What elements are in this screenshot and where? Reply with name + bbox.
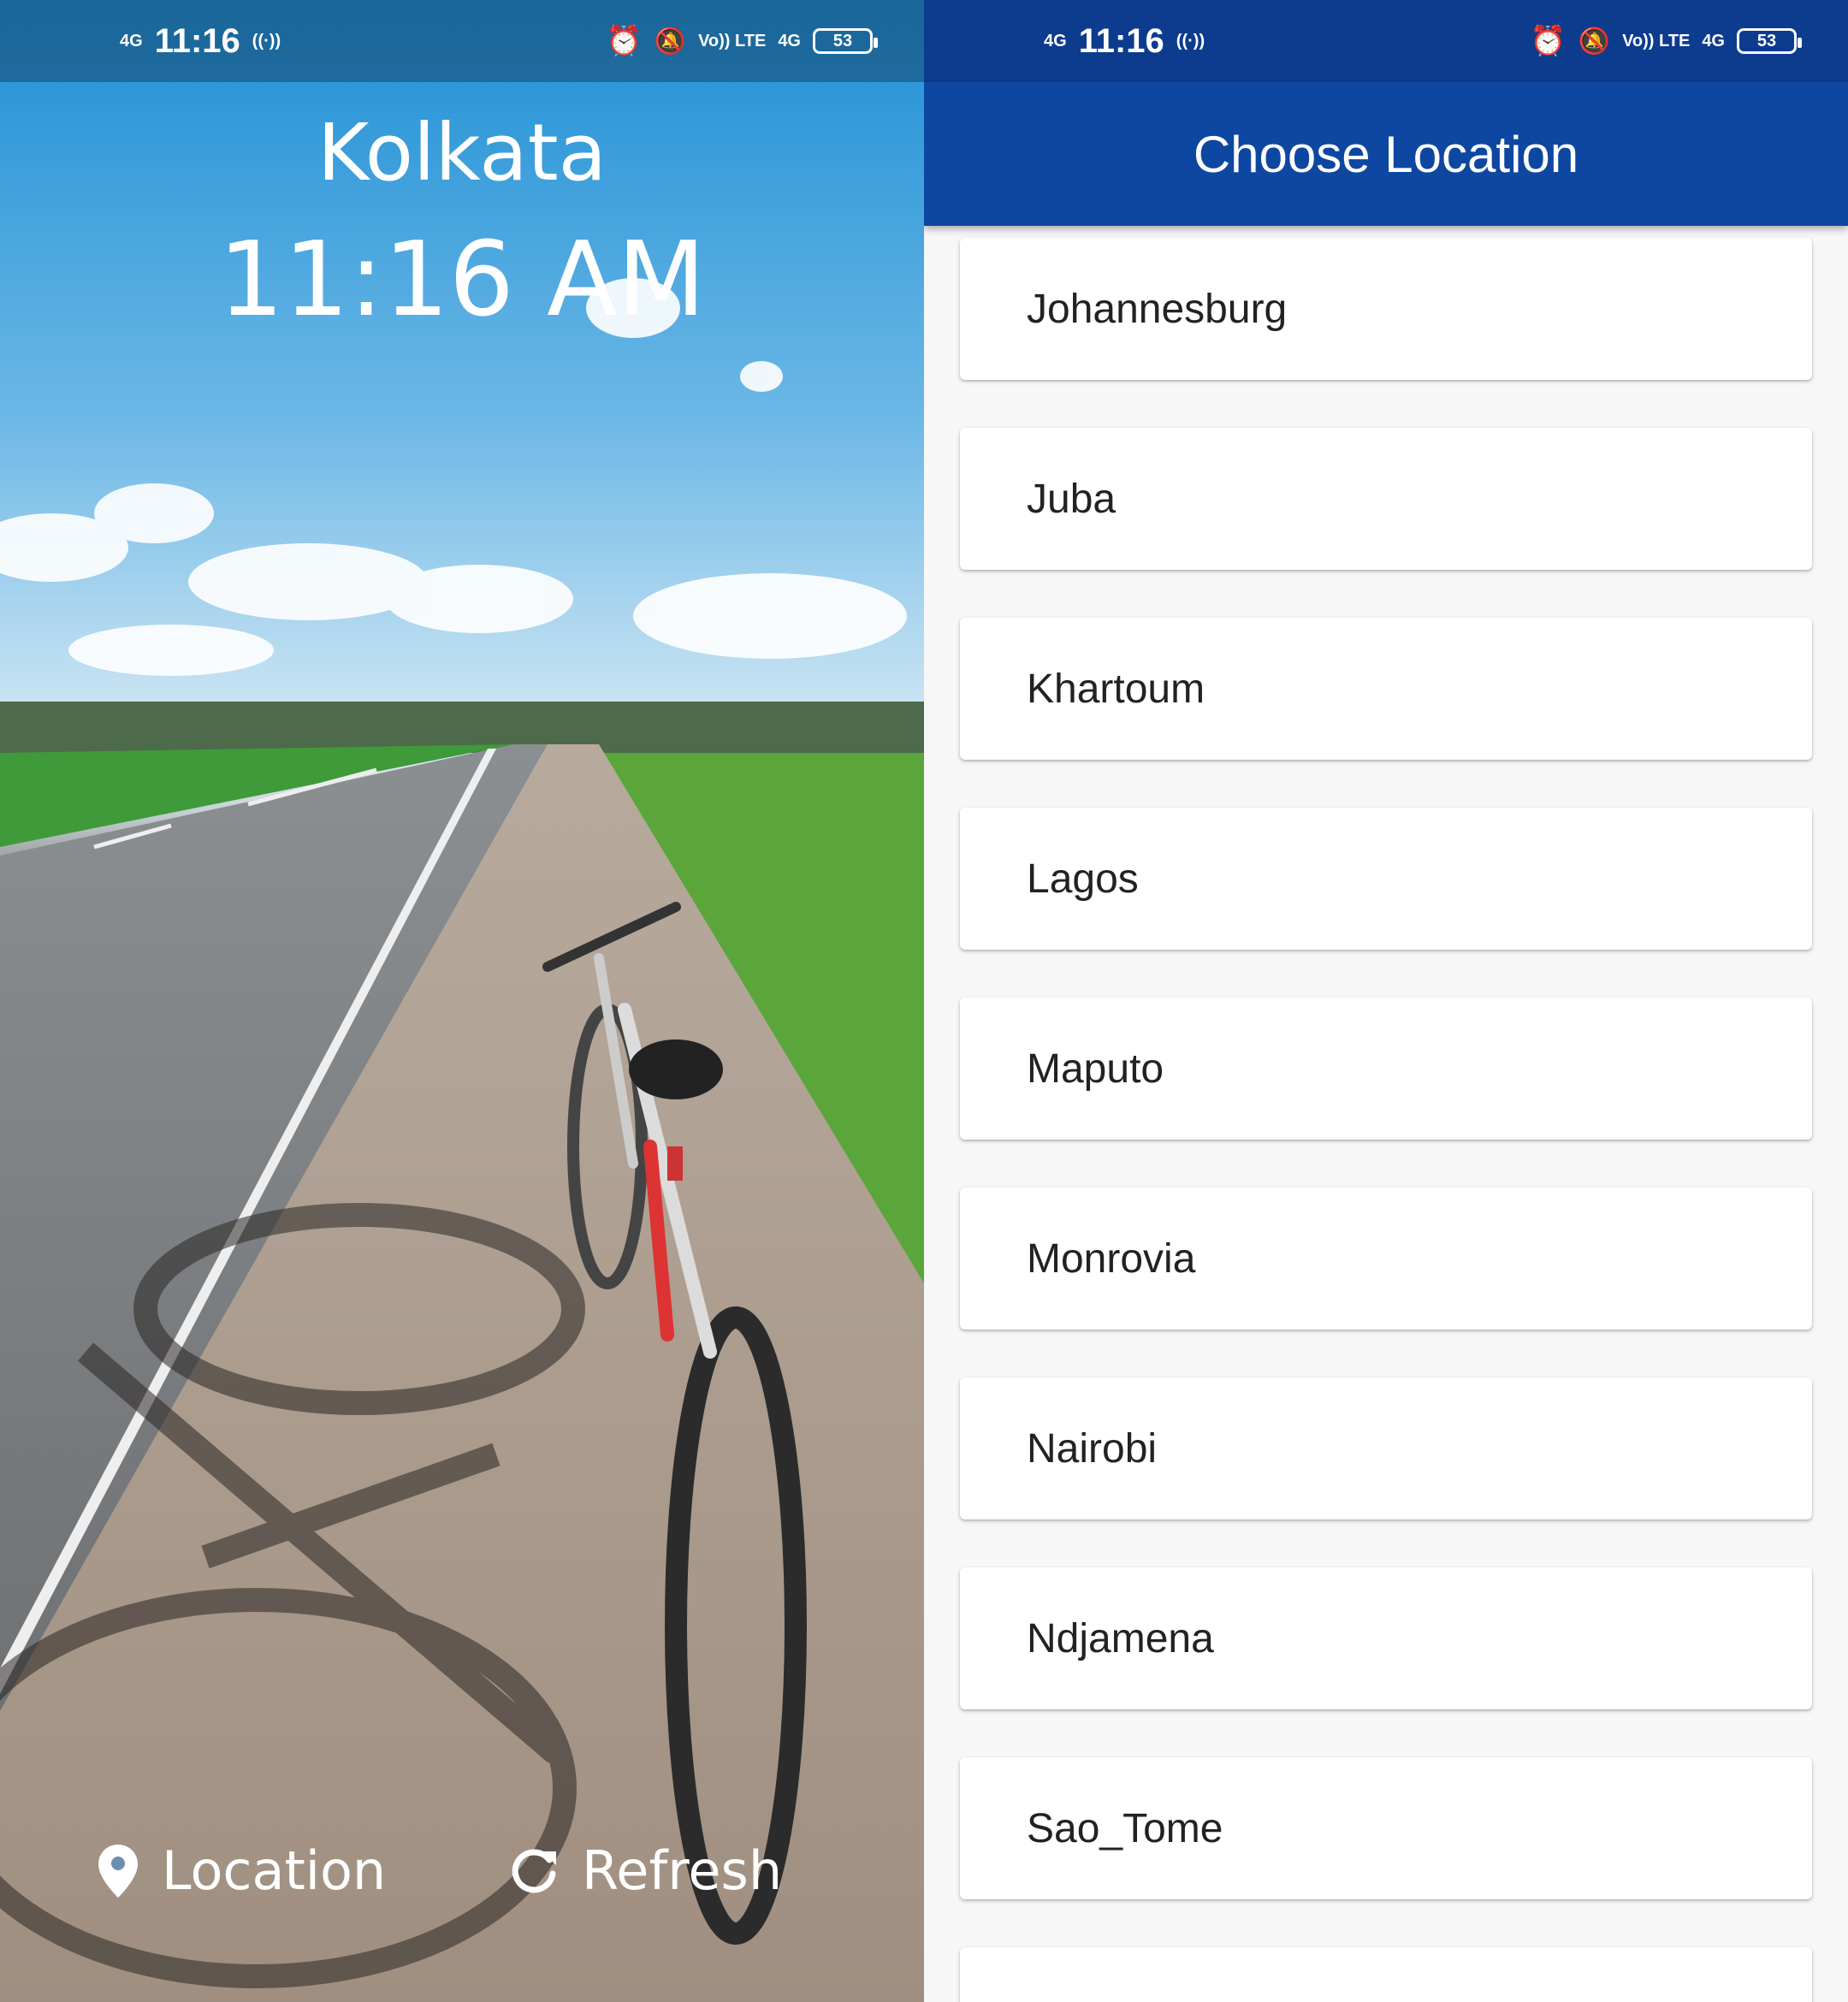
location-item-johannesburg[interactable]: Johannesburg <box>960 238 1812 380</box>
refresh-button[interactable]: Refresh <box>512 1839 782 1902</box>
location-item-label: Nairobi <box>1027 1425 1158 1472</box>
refresh-button-label: Refresh <box>582 1839 783 1902</box>
location-item-label: Ndjamena <box>1027 1615 1214 1661</box>
location-list: Johannesburg Juba Khartoum Lagos Maputo … <box>960 238 1812 2002</box>
volte-indicator: Vo)) LTE <box>1622 31 1691 50</box>
page-title: Choose Location <box>1193 125 1579 183</box>
app-bar: Choose Location <box>924 82 1848 226</box>
city-name: Kolkata <box>317 107 607 198</box>
location-item-sao-tome[interactable]: Sao_Tome <box>960 1757 1812 1899</box>
alarm-icon: ⏰ <box>606 25 643 57</box>
location-pin-icon <box>98 1844 138 1898</box>
status-time: 11:16 <box>154 21 240 60</box>
refresh-icon <box>512 1849 556 1892</box>
location-item-ndjamena[interactable]: Ndjamena <box>960 1567 1812 1709</box>
status-time: 11:16 <box>1078 21 1164 60</box>
hotspot-icon: ((·)) <box>1176 31 1205 50</box>
city-time: 11:16 AM <box>218 221 706 340</box>
location-item-lagos[interactable]: Lagos <box>960 808 1812 950</box>
battery-icon: 53 <box>1737 28 1802 54</box>
location-item-partial[interactable] <box>960 1947 1812 2002</box>
location-item-juba[interactable]: Juba <box>960 428 1812 570</box>
bottom-actions: Location Refresh <box>0 1839 924 1925</box>
location-item-label: Monrovia <box>1027 1235 1196 1282</box>
volte-indicator: Vo)) LTE <box>698 31 767 50</box>
location-item-khartoum[interactable]: Khartoum <box>960 618 1812 760</box>
status-bar-right: 4G 11:16 ((·)) ⏰ 🔕 Vo)) LTE 4G 53 <box>924 0 1848 82</box>
network-indicator-right: 4G <box>1702 31 1725 50</box>
mute-bell-icon: 🔕 <box>654 27 687 56</box>
location-button-label: Location <box>162 1839 387 1902</box>
location-item-label: Johannesburg <box>1027 286 1288 332</box>
location-item-label: Juba <box>1027 476 1116 522</box>
location-item-nairobi[interactable]: Nairobi <box>960 1377 1812 1519</box>
location-item-monrovia[interactable]: Monrovia <box>960 1188 1812 1330</box>
network-indicator: 4G <box>120 31 143 50</box>
location-item-label: Lagos <box>1027 856 1139 902</box>
home-screen: 4G 11:16 ((·)) ⏰ 🔕 Vo)) LTE 4G 53 Kolkat… <box>0 0 924 2002</box>
location-item-label: Maputo <box>1027 1045 1164 1092</box>
battery-icon: 53 <box>813 28 878 54</box>
choose-location-screen: 4G 11:16 ((·)) ⏰ 🔕 Vo)) LTE 4G 53 Choose… <box>924 0 1848 2002</box>
network-indicator-right: 4G <box>778 31 801 50</box>
network-indicator: 4G <box>1044 31 1067 50</box>
hotspot-icon: ((·)) <box>252 31 281 50</box>
status-bar: 4G 11:16 ((·)) ⏰ 🔕 Vo)) LTE 4G 53 <box>0 0 924 82</box>
location-button[interactable]: Location <box>98 1839 386 1902</box>
location-item-label: Sao_Tome <box>1027 1805 1223 1851</box>
alarm-icon: ⏰ <box>1530 25 1567 57</box>
mute-bell-icon: 🔕 <box>1578 27 1611 56</box>
location-item-maputo[interactable]: Maputo <box>960 998 1812 1140</box>
location-item-label: Khartoum <box>1027 666 1205 712</box>
